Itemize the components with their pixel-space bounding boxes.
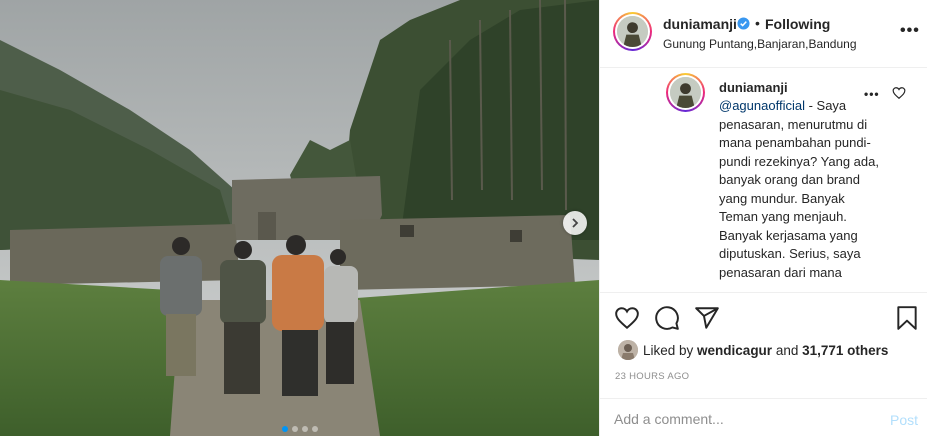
likes-middle: and xyxy=(772,343,803,358)
caption-mention[interactable]: @agunaofficial xyxy=(719,98,805,113)
add-comment-bar: Post xyxy=(600,398,927,436)
liker-username[interactable]: wendicagur xyxy=(697,343,772,358)
likes-row: Liked by wendicagur and 31,771 others xyxy=(600,338,927,362)
photo-scene xyxy=(0,0,599,436)
post-author-username[interactable]: duniamanji xyxy=(663,16,737,32)
verified-badge-icon xyxy=(737,17,750,30)
post-side-panel: duniamanji • Following Gunung Puntang,Ba… xyxy=(599,0,927,436)
separator: • xyxy=(755,15,760,31)
hiker-1 xyxy=(160,237,202,376)
caption-text: @agunaofficial - Saya penasaran, menurut… xyxy=(719,97,879,282)
post-photo[interactable] xyxy=(0,0,599,436)
more-options-icon[interactable]: ••• xyxy=(900,22,920,40)
next-photo-button[interactable] xyxy=(563,211,587,235)
avatar[interactable] xyxy=(613,12,652,51)
heart-icon[interactable] xyxy=(614,305,640,331)
action-bar xyxy=(600,292,927,342)
liker-avatar[interactable] xyxy=(618,340,638,360)
post-header: duniamanji • Following Gunung Puntang,Ba… xyxy=(600,0,927,68)
chevron-right-icon xyxy=(572,218,579,228)
comment-icon[interactable] xyxy=(654,305,680,331)
likes-count[interactable]: 31,771 others xyxy=(802,343,888,358)
following-button[interactable]: Following xyxy=(765,16,830,32)
caption-body: - Saya penasaran, menurutmu di mana pena… xyxy=(719,98,879,280)
carousel-dot xyxy=(311,426,318,432)
bookmark-icon[interactable] xyxy=(894,305,920,331)
heart-icon[interactable] xyxy=(892,86,906,100)
avatar[interactable] xyxy=(666,73,705,112)
post-timestamp[interactable]: 23 HOURS AGO xyxy=(615,371,689,382)
carousel-dots xyxy=(0,426,599,432)
share-icon[interactable] xyxy=(694,305,720,331)
caption-username[interactable]: duniamanji xyxy=(719,80,788,95)
likes-prefix: Liked by xyxy=(643,343,698,358)
carousel-dot xyxy=(281,426,288,432)
carousel-dot xyxy=(301,426,308,432)
carousel-dot xyxy=(291,426,298,432)
comment-input[interactable] xyxy=(614,411,864,427)
more-options-icon[interactable]: ••• xyxy=(864,87,880,101)
likes-summary: Liked by wendicagur and 31,771 others xyxy=(643,343,888,358)
comments-section: duniamanji @agunaofficial - Saya penasar… xyxy=(600,69,927,292)
post-location[interactable]: Gunung Puntang,Banjaran,Bandung xyxy=(663,37,857,51)
post-comment-button[interactable]: Post xyxy=(890,412,918,428)
